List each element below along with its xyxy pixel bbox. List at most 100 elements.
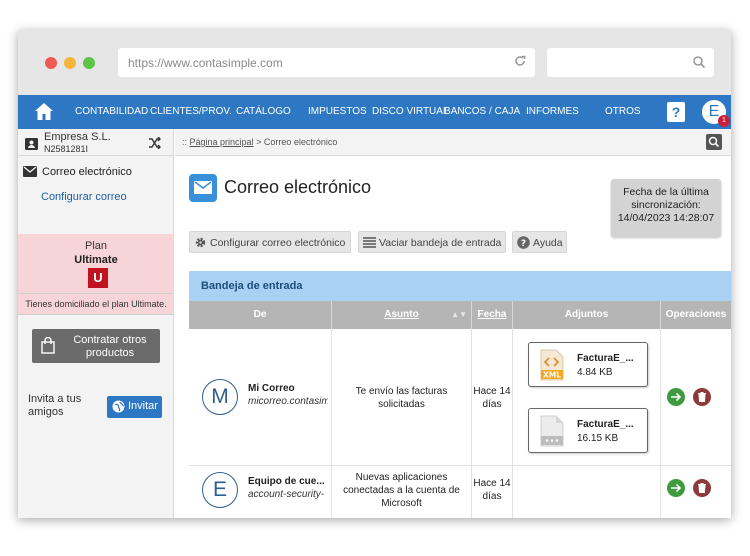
nav-item-contabilidad[interactable]: CONTABILIDAD <box>75 106 148 117</box>
browser-window: https://www.contasimple.com CONTABILIDAD… <box>18 30 731 518</box>
invite-button[interactable]: Invitar <box>107 396 162 418</box>
arrow-right-icon <box>671 483 682 493</box>
svg-text:?: ? <box>521 239 526 249</box>
cell-from: M Mi Correo micorreo.contasimple <box>189 329 332 465</box>
nav-item-bancos-caja[interactable]: BANCOS / CAJA <box>444 106 520 117</box>
sidebar: Empresa S.L. N2581281I Correo electrónic… <box>18 129 174 518</box>
nav-item-otros[interactable]: OTROS <box>605 106 641 117</box>
cell-date: Hace 14 días <box>472 329 513 465</box>
column-attachments: Adjuntos <box>513 301 661 329</box>
window-close-dot[interactable] <box>45 57 57 69</box>
company-selector[interactable]: Empresa S.L. N2581281I <box>18 129 174 156</box>
column-subject[interactable]: Asunto ▲▼ <box>332 301 472 329</box>
search-icon <box>692 55 706 74</box>
sender-email: micorreo.contasimple <box>248 396 328 407</box>
cell-attachments: XML FacturaE_... 4.84 KB FacturaE_... 16… <box>513 329 661 465</box>
company-id: N2581281I <box>44 144 89 154</box>
page-search-button[interactable] <box>706 134 722 150</box>
breadcrumb: :: Página principal > Correo electrónico <box>175 129 731 156</box>
cell-from: E Equipo de cue... account-security- <box>189 466 332 518</box>
company-name: Empresa S.L. <box>44 131 111 143</box>
user-avatar[interactable]: E 1 <box>700 98 730 127</box>
sidebar-section-label: Correo electrónico <box>42 166 132 178</box>
date-text: Hace 14 días <box>473 478 511 502</box>
column-date-link[interactable]: Fecha <box>478 309 507 320</box>
cell-date: Hace 14 días <box>472 466 513 518</box>
address-bar[interactable]: https://www.contasimple.com <box>118 48 535 77</box>
home-icon[interactable] <box>34 102 54 126</box>
shopping-bag-icon <box>41 336 55 357</box>
open-mail-button[interactable] <box>667 388 685 406</box>
help-button[interactable]: ? <box>667 102 685 122</box>
main-content: Correo electrónico Fecha de la última si… <box>175 157 731 518</box>
configure-mail-button[interactable]: Configurar correo electrónico <box>189 231 351 253</box>
contact-card-icon <box>25 137 38 155</box>
subject-text: Nuevas aplicaciones conectadas a la cuen… <box>343 472 460 509</box>
notification-badge: 1 <box>718 115 730 127</box>
column-operations: Operaciones <box>665 309 727 320</box>
globe-icon <box>112 400 125 416</box>
cell-subject: Nuevas aplicaciones conectadas a la cuen… <box>332 466 472 518</box>
avatar: M <box>202 379 238 415</box>
column-date[interactable]: Fecha <box>472 301 513 329</box>
open-mail-button[interactable] <box>667 479 685 497</box>
attachment-file[interactable]: FacturaE_... 16.15 KB <box>528 408 648 453</box>
nav-item-clientes[interactable]: CLIENTES/PROV. <box>150 106 232 117</box>
browser-search-box[interactable] <box>547 48 714 77</box>
breadcrumb-home-link[interactable]: Página principal <box>190 137 254 147</box>
invite-text: Invita a tus amigos <box>28 393 82 418</box>
subject-text: Te envío las facturas solicitadas <box>355 386 448 410</box>
column-from: De <box>189 301 332 329</box>
delete-mail-button[interactable] <box>693 479 711 497</box>
column-subject-link[interactable]: Asunto <box>384 309 418 320</box>
file-icon <box>538 415 566 452</box>
sender-name: Mi Correo <box>248 383 295 394</box>
nav-item-catalogo[interactable]: CATÁLOGO <box>236 106 291 117</box>
reload-icon[interactable] <box>513 54 527 71</box>
plan-title: Plan <box>84 240 108 252</box>
breadcrumb-path: :: Página principal > Correo electrónico <box>182 137 338 147</box>
avatar: E <box>202 472 238 508</box>
breadcrumb-current: Correo electrónico <box>263 137 338 147</box>
window-maximize-dot[interactable] <box>83 57 95 69</box>
nav-item-impuestos[interactable]: IMPUESTOS <box>308 106 367 117</box>
configure-mail-button-label: Configurar correo electrónico <box>210 237 346 249</box>
help-toolbar-button[interactable]: ? Ayuda <box>512 231 567 253</box>
plan-note: Tienes domiciliado el plan Ultimate. <box>18 293 174 315</box>
contract-products-label: Contratar otros productos <box>73 334 147 359</box>
table-row[interactable]: M Mi Correo micorreo.contasimple Te enví… <box>189 329 731 466</box>
contract-products-button[interactable]: Contratar otros productos <box>32 329 160 363</box>
table-header: De Asunto ▲▼ Fecha Adjuntos Operaciones <box>189 301 731 329</box>
delete-mail-button[interactable] <box>693 388 711 406</box>
cell-operations <box>661 466 731 518</box>
list-icon <box>363 237 376 248</box>
cell-operations <box>661 329 731 465</box>
empty-inbox-button[interactable]: Vaciar bandeja de entrada <box>358 231 506 253</box>
xml-file-icon: XML <box>538 349 566 386</box>
breadcrumb-separator: > <box>253 137 264 147</box>
invite-button-label: Invitar <box>128 400 158 412</box>
inbox-header: Bandeja de entrada <box>189 271 731 301</box>
search-icon <box>708 136 720 148</box>
shuffle-icon[interactable] <box>148 136 161 154</box>
configure-mail-link[interactable]: Configurar correo <box>41 191 127 203</box>
sidebar-section-mail: Correo electrónico <box>23 166 132 180</box>
date-text: Hace 14 días <box>473 386 511 410</box>
envelope-icon <box>194 181 212 194</box>
sort-icon[interactable]: ▲▼ <box>451 301 467 329</box>
svg-text:XML: XML <box>543 371 561 380</box>
sync-label: Fecha de la última sincronización: <box>623 186 709 211</box>
attachment-xml[interactable]: XML FacturaE_... 4.84 KB <box>528 342 648 387</box>
empty-inbox-button-label: Vaciar bandeja de entrada <box>379 237 502 249</box>
gear-icon <box>195 237 206 248</box>
table-row[interactable]: E Equipo de cue... account-security- Nue… <box>189 466 731 518</box>
sync-status: Fecha de la última sincronización: 14/04… <box>611 179 721 237</box>
nav-item-informes[interactable]: INFORMES <box>526 106 579 117</box>
mail-title-icon <box>189 174 217 202</box>
cell-subject: Te envío las facturas solicitadas <box>332 329 472 465</box>
help-circle-icon: ? <box>517 236 530 249</box>
envelope-icon <box>23 166 37 180</box>
plan-logo: U <box>88 268 108 288</box>
window-minimize-dot[interactable] <box>64 57 76 69</box>
nav-item-disco-virtual[interactable]: DISCO VIRTUAL <box>372 106 449 117</box>
